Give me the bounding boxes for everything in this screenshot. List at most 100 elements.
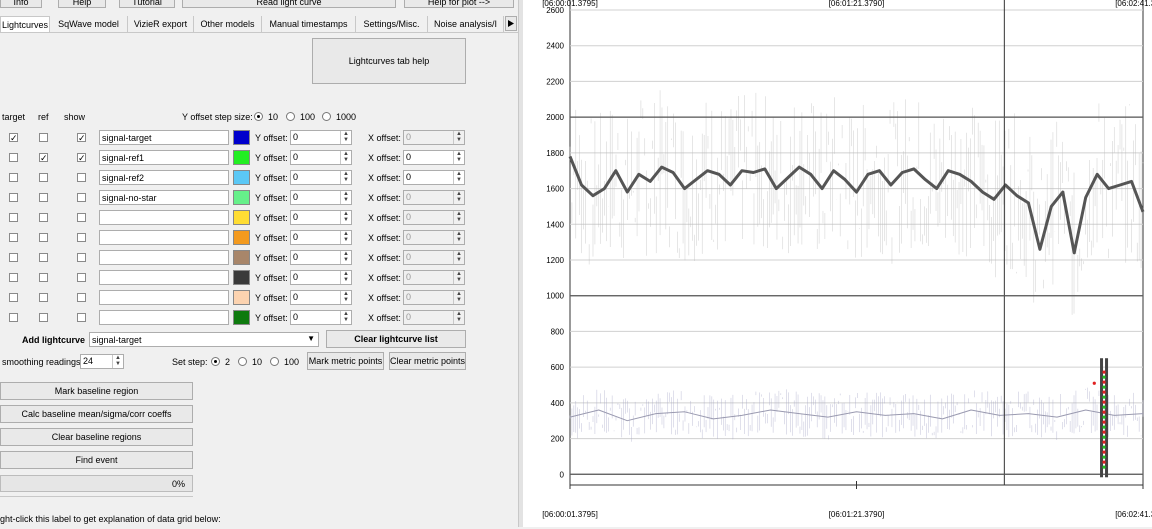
tab-manual-timestamps[interactable]: Manual timestamps bbox=[262, 16, 356, 32]
help-for-plot-button[interactable]: Help for plot --> bbox=[404, 0, 514, 8]
target-checkbox[interactable] bbox=[9, 273, 18, 282]
target-checkbox[interactable] bbox=[9, 213, 18, 222]
show-checkbox[interactable] bbox=[77, 213, 86, 222]
show-checkbox[interactable] bbox=[77, 313, 86, 322]
set-step-2-radio[interactable] bbox=[211, 357, 220, 366]
yoffset-step-10-radio[interactable] bbox=[254, 112, 263, 121]
lightcurve-name-field[interactable] bbox=[99, 290, 229, 305]
target-checkbox[interactable] bbox=[9, 293, 18, 302]
calc-baseline-button[interactable]: Calc baseline mean/sigma/corr coeffs bbox=[0, 405, 193, 423]
yoffset-spinbox[interactable]: 0 ▲ ▼ bbox=[290, 170, 352, 185]
ref-checkbox[interactable] bbox=[39, 273, 48, 282]
color-swatch[interactable] bbox=[233, 210, 250, 225]
help-button[interactable]: Help bbox=[58, 0, 106, 8]
read-light-curve-button[interactable]: Read light curve bbox=[182, 0, 396, 8]
xoffset-spinbox[interactable]: 0 ▲ ▼ bbox=[403, 210, 465, 225]
color-swatch[interactable] bbox=[233, 130, 250, 145]
lightcurves-tab-help-button[interactable]: Lightcurves tab help bbox=[312, 38, 466, 84]
color-swatch[interactable] bbox=[233, 290, 250, 305]
lightcurve-name-field[interactable] bbox=[99, 270, 229, 285]
xoffset-spinbox[interactable]: 0 ▲ ▼ bbox=[403, 190, 465, 205]
ref-checkbox[interactable] bbox=[39, 293, 48, 302]
color-swatch[interactable] bbox=[233, 190, 250, 205]
clear-baseline-regions-button[interactable]: Clear baseline regions bbox=[0, 428, 193, 446]
show-checkbox[interactable] bbox=[77, 273, 86, 282]
yoffset-spinbox[interactable]: 0 ▲ ▼ bbox=[290, 150, 352, 165]
show-checkbox[interactable]: ✓ bbox=[77, 133, 86, 143]
yoffset-spinbox[interactable]: 0 ▲ ▼ bbox=[290, 290, 352, 305]
clear-lightcurve-list-button[interactable]: Clear lightcurve list bbox=[326, 330, 466, 348]
plot-area[interactable]: 0 200 400 600 800 1000 1200 1400 1600 1800 2000 220… bbox=[523, 0, 1152, 527]
color-swatch[interactable] bbox=[233, 270, 250, 285]
show-checkbox[interactable] bbox=[77, 253, 86, 262]
xoffset-spinbox[interactable]: 0 ▲ ▼ bbox=[403, 270, 465, 285]
yoffset-spinbox[interactable]: 0 ▲ ▼ bbox=[290, 310, 352, 325]
target-checkbox[interactable] bbox=[9, 253, 18, 262]
target-checkbox[interactable] bbox=[9, 193, 18, 202]
show-checkbox[interactable] bbox=[77, 173, 86, 182]
yoffset-step-1000-radio[interactable] bbox=[322, 112, 331, 121]
tab-scroll-right-button[interactable] bbox=[505, 16, 517, 31]
target-checkbox[interactable] bbox=[9, 153, 18, 162]
ref-checkbox[interactable] bbox=[39, 313, 48, 322]
add-lightcurve-select[interactable]: signal-target ▼ bbox=[89, 332, 319, 347]
xoffset-spinbox[interactable]: 0 ▲ ▼ bbox=[403, 230, 465, 245]
ref-checkbox[interactable] bbox=[39, 133, 48, 142]
color-swatch[interactable] bbox=[233, 170, 250, 185]
clear-metric-points-button[interactable]: Clear metric points bbox=[389, 352, 466, 370]
lightcurve-name-field[interactable]: signal-ref1 bbox=[99, 150, 229, 165]
tab-other-models[interactable]: Other models bbox=[194, 16, 262, 32]
mark-metric-points-button[interactable]: Mark metric points bbox=[307, 352, 384, 370]
show-checkbox[interactable] bbox=[77, 293, 86, 302]
color-swatch[interactable] bbox=[233, 250, 250, 265]
tab-noise-analysis[interactable]: Noise analysis/I bbox=[428, 16, 504, 32]
light-curve-plot[interactable]: 0 200 400 600 800 1000 1200 1400 1600 1800 2000 220… bbox=[523, 0, 1152, 527]
lightcurve-name-field[interactable] bbox=[99, 250, 229, 265]
ref-checkbox[interactable] bbox=[39, 173, 48, 182]
xoffset-spinbox[interactable]: 0 ▲ ▼ bbox=[403, 170, 465, 185]
color-swatch[interactable] bbox=[233, 230, 250, 245]
yoffset-spinbox[interactable]: 0 ▲ ▼ bbox=[290, 270, 352, 285]
tab-vizier-export[interactable]: VizieR export bbox=[128, 16, 194, 32]
yoffset-step-100-radio[interactable] bbox=[286, 112, 295, 121]
show-checkbox[interactable]: ✓ bbox=[77, 153, 86, 163]
target-checkbox[interactable] bbox=[9, 313, 18, 322]
smoothing-spinbox[interactable]: 24 ▲ ▼ bbox=[80, 354, 124, 369]
ref-checkbox[interactable] bbox=[39, 193, 48, 202]
set-step-100-radio[interactable] bbox=[270, 357, 279, 366]
tab-settings-misc[interactable]: Settings/Misc. bbox=[356, 16, 428, 32]
lightcurve-name-field[interactable]: signal-target bbox=[99, 130, 229, 145]
tab-sqwave-model[interactable]: SqWave model bbox=[50, 16, 128, 32]
lightcurve-name-field[interactable]: signal-no-star bbox=[99, 190, 229, 205]
color-swatch[interactable] bbox=[233, 310, 250, 325]
target-checkbox[interactable] bbox=[9, 173, 18, 182]
target-checkbox[interactable]: ✓ bbox=[9, 133, 18, 143]
lightcurve-name-field[interactable] bbox=[99, 210, 229, 225]
lightcurve-name-field[interactable] bbox=[99, 310, 229, 325]
mark-baseline-region-button[interactable]: Mark baseline region bbox=[0, 382, 193, 400]
yoffset-spinbox[interactable]: 0 ▲ ▼ bbox=[290, 130, 352, 145]
lightcurve-name-field[interactable] bbox=[99, 230, 229, 245]
yoffset-spinbox[interactable]: 0 ▲ ▼ bbox=[290, 230, 352, 245]
xoffset-spinbox[interactable]: 0 ▲ ▼ bbox=[403, 150, 465, 165]
xoffset-spinbox[interactable]: 0 ▲ ▼ bbox=[403, 130, 465, 145]
tutorial-button[interactable]: Tutorial bbox=[119, 0, 175, 8]
yoffset-spinbox[interactable]: 0 ▲ ▼ bbox=[290, 250, 352, 265]
info-button[interactable]: Info bbox=[0, 0, 42, 8]
ref-checkbox[interactable] bbox=[39, 253, 48, 262]
find-event-button[interactable]: Find event bbox=[0, 451, 193, 469]
lightcurve-name-field[interactable]: signal-ref2 bbox=[99, 170, 229, 185]
xoffset-spinbox[interactable]: 0 ▲ ▼ bbox=[403, 310, 465, 325]
ref-checkbox[interactable] bbox=[39, 233, 48, 242]
ref-checkbox[interactable] bbox=[39, 213, 48, 222]
show-checkbox[interactable] bbox=[77, 193, 86, 202]
target-checkbox[interactable] bbox=[9, 233, 18, 242]
yoffset-spinbox[interactable]: 0 ▲ ▼ bbox=[290, 190, 352, 205]
show-checkbox[interactable] bbox=[77, 233, 86, 242]
data-grid-explanation-label[interactable]: ght-click this label to get explanation … bbox=[0, 514, 221, 524]
ref-checkbox[interactable]: ✓ bbox=[39, 153, 48, 163]
xoffset-spinbox[interactable]: 0 ▲ ▼ bbox=[403, 250, 465, 265]
yoffset-spinbox[interactable]: 0 ▲ ▼ bbox=[290, 210, 352, 225]
tab-lightcurves[interactable]: Lightcurves bbox=[0, 16, 50, 32]
color-swatch[interactable] bbox=[233, 150, 250, 165]
